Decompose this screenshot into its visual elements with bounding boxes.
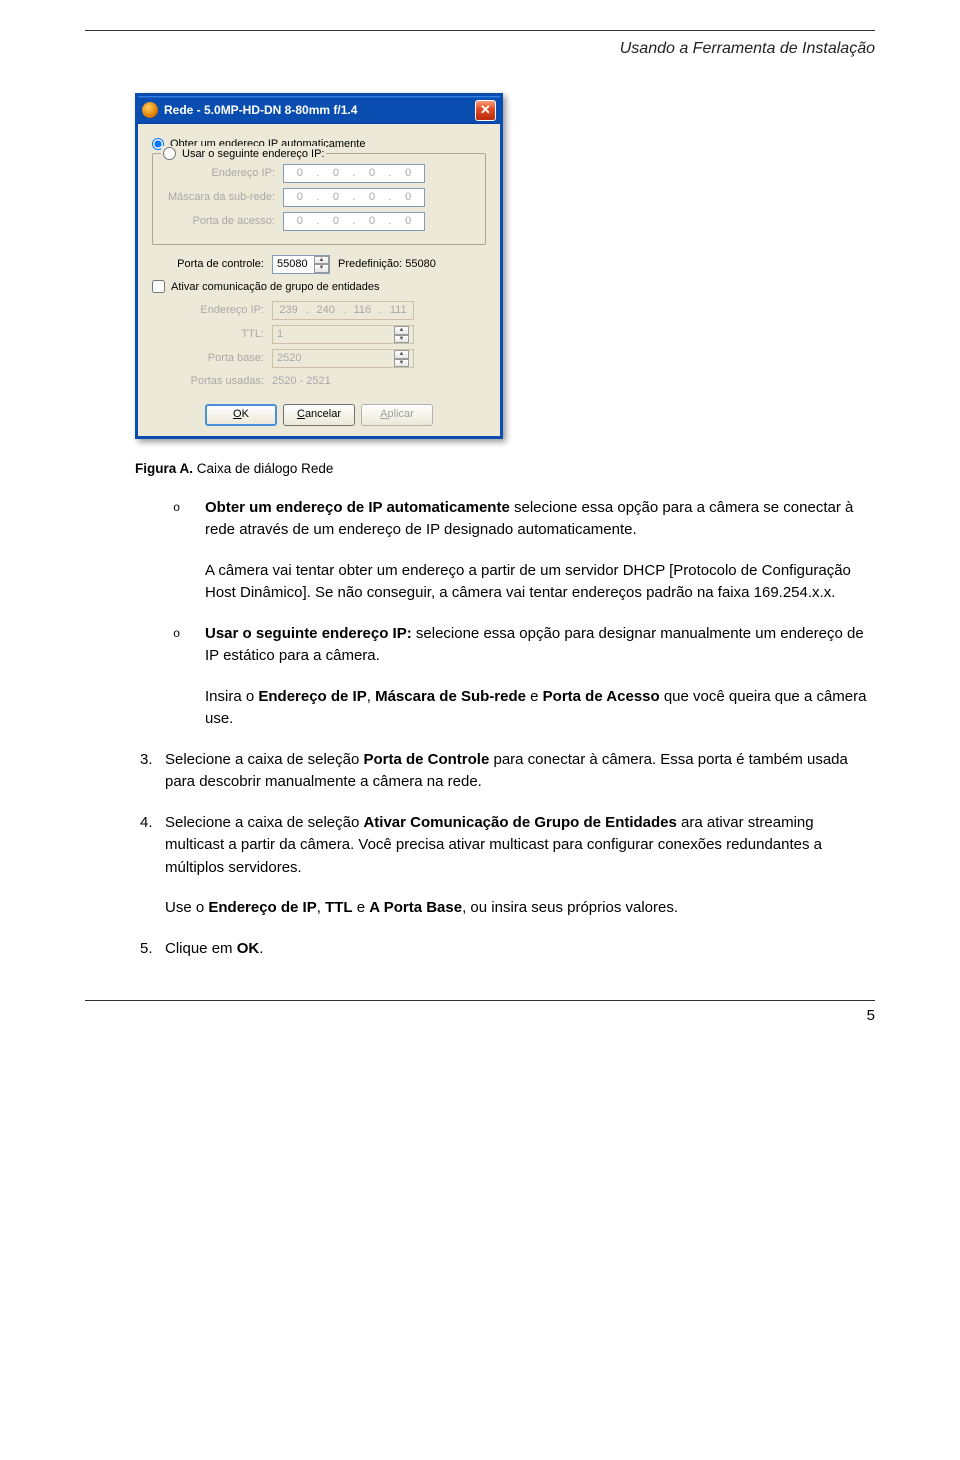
radio-static-label: Usar o seguinte endereço IP:	[182, 146, 324, 163]
used-ports-value: 2520 - 2521	[272, 373, 331, 390]
spinner-icon[interactable]: ▲▼	[314, 256, 329, 273]
ip-octet: 116	[354, 302, 372, 319]
ip-octet: 0	[325, 213, 347, 230]
term-strong: Obter um endereço de IP automaticamente	[205, 499, 510, 516]
multicast-label: Ativar comunicação de grupo de entidades	[171, 279, 380, 296]
ip-octet: 0	[397, 189, 419, 206]
access-port-input[interactable]: 0. 0. 0. 0	[283, 212, 425, 231]
body-text: Insira o Endereço de IP, Máscara de Sub-…	[205, 686, 875, 731]
label-ip: Endereço IP:	[163, 165, 283, 182]
spinner-icon: ▲▼	[394, 326, 409, 343]
ip-octet: 0	[361, 165, 383, 182]
ttl-value: 1	[277, 326, 283, 343]
ip-octet: 111	[390, 302, 407, 319]
radio-static-ip[interactable]	[163, 147, 176, 160]
ok-button[interactable]: OK	[205, 404, 277, 426]
predef-label: Predefinição: 55080	[338, 256, 436, 273]
ip-octet: 239	[279, 302, 297, 319]
ip-octet: 0	[361, 189, 383, 206]
base-port-value: 2520	[277, 350, 301, 367]
multicast-checkbox[interactable]	[152, 280, 165, 293]
step-4: 4. Selecione a caixa de seleção Ativar C…	[140, 812, 875, 920]
ip-octet: 0	[361, 213, 383, 230]
page-number: 5	[85, 1005, 875, 1028]
label-used-ports: Portas usadas:	[152, 373, 272, 390]
list-item: Usar o seguinte endereço IP: selecione e…	[205, 623, 875, 668]
ip-octet: 0	[397, 165, 419, 182]
cancel-button[interactable]: Cancelar	[283, 404, 355, 426]
ip-octet: 0	[289, 213, 311, 230]
label-access-port: Porta de acesso:	[163, 213, 283, 230]
ttl-input: 1 ▲▼	[272, 325, 414, 344]
header-rule	[85, 30, 875, 31]
figure-caption: Figura A. Caixa de diálogo Rede	[135, 459, 875, 479]
titlebar: Rede - 5.0MP-HD-DN 8-80mm f/1.4 ✕	[138, 96, 500, 124]
control-port-input[interactable]: 55080 ▲▼	[272, 255, 330, 274]
label-base-port: Porta base:	[152, 350, 272, 367]
term-strong: Usar o seguinte endereço IP:	[205, 625, 412, 642]
network-dialog: Rede - 5.0MP-HD-DN 8-80mm f/1.4 ✕ Obter …	[135, 93, 503, 439]
dialog-body: Obter um endereço IP automaticamente Usa…	[138, 124, 500, 436]
control-port-value: 55080	[277, 256, 308, 273]
ip-input[interactable]: 0. 0. 0. 0	[283, 164, 425, 183]
base-port-input: 2520 ▲▼	[272, 349, 414, 368]
multicast-ip-input: 239 . 240 . 116 . 111	[272, 301, 414, 320]
label-control-port: Porta de controle:	[152, 256, 272, 273]
ip-octet: 0	[289, 165, 311, 182]
step-3: 3. Selecione a caixa de seleção Porta de…	[140, 749, 875, 794]
ip-octet: 0	[397, 213, 419, 230]
pushpin-icon	[142, 102, 158, 118]
header-title: Usando a Ferramenta de Instalação	[85, 37, 875, 61]
label-mask: Máscara da sub-rede:	[163, 189, 283, 206]
label-ttl: TTL:	[152, 326, 272, 343]
label-mc-ip: Endereço IP:	[152, 302, 272, 319]
step-5: 5. Clique em OK.	[140, 938, 875, 961]
body-text: A câmera vai tentar obter um endereço a …	[205, 560, 875, 605]
footer-rule	[85, 1000, 875, 1001]
ip-octet: 240	[316, 302, 334, 319]
spinner-icon: ▲▼	[394, 350, 409, 367]
close-icon[interactable]: ✕	[475, 100, 496, 121]
dialog-title: Rede - 5.0MP-HD-DN 8-80mm f/1.4	[164, 101, 475, 119]
list-item: Obter um endereço de IP automaticamente …	[205, 497, 875, 542]
ip-octet: 0	[325, 165, 347, 182]
subnet-mask-input[interactable]: 0. 0. 0. 0	[283, 188, 425, 207]
ip-octet: 0	[289, 189, 311, 206]
apply-button: Aplicar	[361, 404, 433, 426]
static-ip-group: Usar o seguinte endereço IP: Endereço IP…	[152, 153, 486, 245]
ip-octet: 0	[325, 189, 347, 206]
